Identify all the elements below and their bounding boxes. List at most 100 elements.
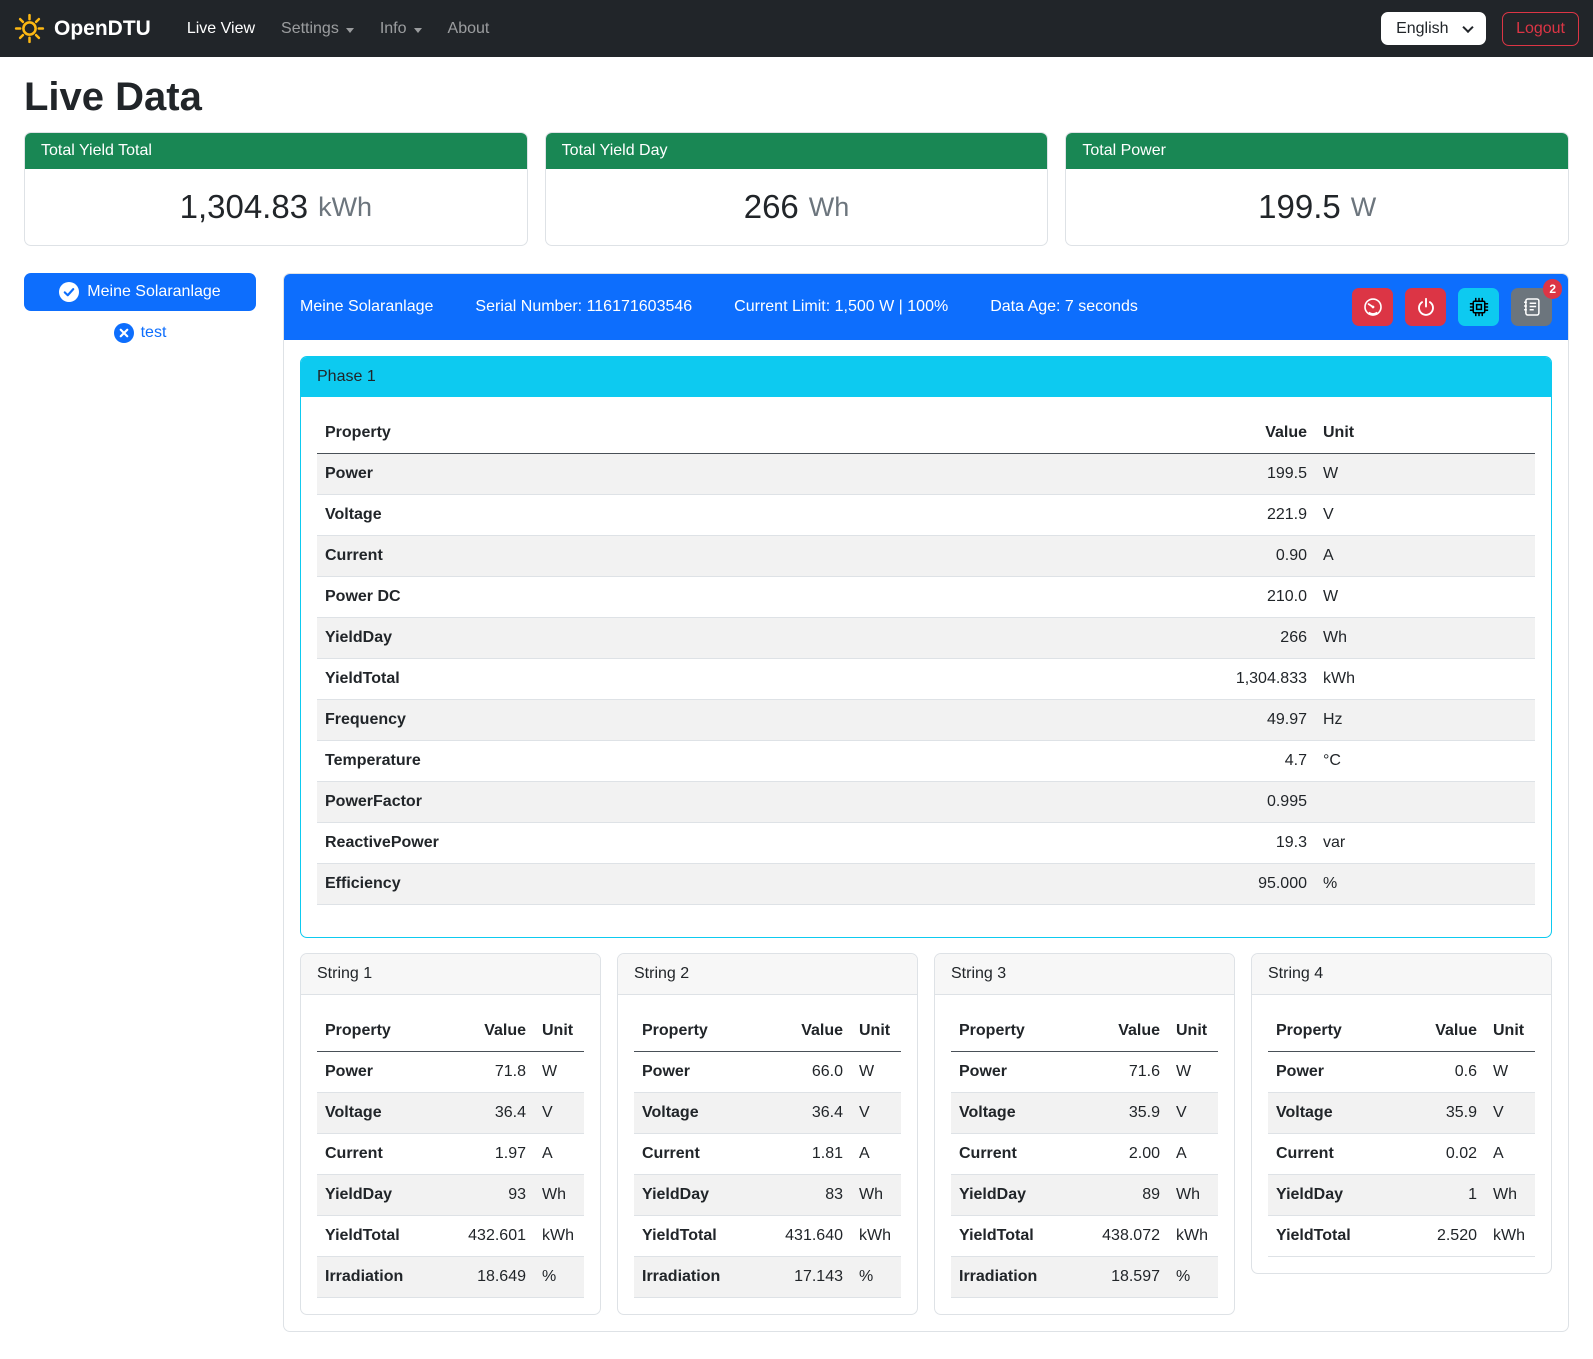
unit-cell: Wh (1168, 1175, 1218, 1216)
phase-panel-header: Phase 1 (301, 357, 1551, 397)
card-value: 266 (744, 188, 799, 226)
card-unit: kWh (318, 192, 372, 223)
value-cell: 66.0 (773, 1052, 851, 1093)
page-title: Live Data (24, 75, 1569, 119)
event-count-badge: 2 (1543, 279, 1562, 299)
property-cell: YieldDay (634, 1175, 773, 1216)
property-cell: Power (634, 1052, 773, 1093)
column-header-unit: Unit (1168, 1011, 1218, 1052)
nav-item-label: About (448, 20, 490, 38)
string-1-card: String 1 Property Value Unit (300, 953, 601, 1315)
table-row: YieldTotal2.520kWh (1268, 1216, 1535, 1257)
page-container: Live Data Total Yield Total 1,304.83 kWh… (0, 75, 1593, 1342)
x-circle-icon (114, 323, 134, 343)
table-row: PowerFactor0.995 (317, 782, 1535, 823)
unit-cell: var (1315, 823, 1535, 864)
unit-cell: kWh (851, 1216, 901, 1257)
value-cell: 35.9 (1407, 1093, 1485, 1134)
unit-cell: A (534, 1134, 584, 1175)
card-total-yield-total: Total Yield Total 1,304.83 kWh (24, 132, 528, 246)
journal-text-icon (1522, 297, 1542, 317)
property-cell: Irradiation (317, 1257, 456, 1298)
table-row: Voltage35.9V (1268, 1093, 1535, 1134)
table-row: YieldTotal1,304.833kWh (317, 659, 1535, 700)
property-cell: YieldTotal (634, 1216, 773, 1257)
unit-cell: % (851, 1257, 901, 1298)
card-unit: W (1351, 192, 1376, 223)
string-table: Property Value Unit Power0.6WVoltage35.9… (1268, 1011, 1535, 1257)
card-value: 199.5 (1258, 188, 1341, 226)
language-select[interactable]: English (1381, 12, 1486, 45)
table-row: Voltage35.9V (951, 1093, 1218, 1134)
string-card-body: Property Value Unit Power71.8WVoltage36.… (301, 995, 600, 1298)
value-cell: 1.81 (773, 1134, 851, 1175)
table-row: Power DC210.0W (317, 577, 1535, 618)
column-header-unit: Unit (851, 1011, 901, 1052)
brand[interactable]: OpenDTU (14, 13, 151, 44)
sidebar-item-meine-solaranlage[interactable]: Meine Solaranlage (24, 273, 256, 311)
inverter-card-body: Phase 1 Property Value Unit (284, 340, 1568, 1331)
table-row: YieldDay1Wh (1268, 1175, 1535, 1216)
nav-item-label: Info (380, 20, 407, 38)
value-cell: 4.7 (1165, 741, 1315, 782)
inverter-header-buttons: 2 (1352, 288, 1552, 326)
value-cell: 17.143 (773, 1257, 851, 1298)
unit-cell: kWh (1485, 1216, 1535, 1257)
string-card-body: Property Value Unit Power71.6WVoltage35.… (935, 995, 1234, 1298)
nav-item-live-view[interactable]: Live View (177, 12, 265, 46)
nav-item-settings[interactable]: Settings (271, 12, 364, 46)
limit-settings-button[interactable] (1352, 288, 1393, 326)
card-header: Total Yield Total (25, 133, 527, 169)
property-cell: Efficiency (317, 864, 1165, 905)
property-cell: Current (951, 1134, 1090, 1175)
column-header-value: Value (456, 1011, 534, 1052)
table-row: Irradiation17.143% (634, 1257, 901, 1298)
nav-item-about[interactable]: About (438, 12, 500, 46)
column-header-value: Value (1090, 1011, 1168, 1052)
string-table-body: Power66.0WVoltage36.4VCurrent1.81AYieldD… (634, 1052, 901, 1298)
inverter-card: Meine Solaranlage Serial Number: 1161716… (283, 273, 1569, 1332)
value-cell: 438.072 (1090, 1216, 1168, 1257)
table-row: Frequency49.97Hz (317, 700, 1535, 741)
inverter-sidebar: Meine Solaranlage test (24, 273, 283, 343)
value-cell: 221.9 (1165, 495, 1315, 536)
sidebar-item-test[interactable]: test (24, 323, 256, 343)
inverter-data-age: Data Age: 7 seconds (990, 295, 1138, 319)
card-value: 1,304.83 (180, 188, 308, 226)
column-header-property: Property (317, 1011, 456, 1052)
logout-button[interactable]: Logout (1502, 12, 1579, 46)
unit-cell: °C (1315, 741, 1535, 782)
cpu-icon (1469, 297, 1489, 317)
value-cell: 89 (1090, 1175, 1168, 1216)
card-header: Total Yield Day (546, 133, 1048, 169)
property-cell: PowerFactor (317, 782, 1165, 823)
sidebar-item-label: test (141, 324, 167, 342)
property-cell: Power (951, 1052, 1090, 1093)
value-cell: 49.97 (1165, 700, 1315, 741)
string-card-body: Property Value Unit Power0.6WVoltage35.9… (1252, 995, 1551, 1257)
power-settings-button[interactable] (1405, 288, 1446, 326)
table-row: Current0.02A (1268, 1134, 1535, 1175)
value-cell: 432.601 (456, 1216, 534, 1257)
table-row: Power71.8W (317, 1052, 584, 1093)
device-info-button[interactable] (1458, 288, 1499, 326)
property-cell: YieldTotal (317, 1216, 456, 1257)
summary-cards-row: Total Yield Total 1,304.83 kWh Total Yie… (24, 132, 1569, 246)
string-table-body: Power71.6WVoltage35.9VCurrent2.00AYieldD… (951, 1052, 1218, 1298)
inverter-card-header: Meine Solaranlage Serial Number: 1161716… (284, 274, 1568, 340)
value-cell: 210.0 (1165, 577, 1315, 618)
property-cell: Power (1268, 1052, 1407, 1093)
navbar: OpenDTU Live View Settings Info About En… (0, 0, 1593, 57)
caret-down-icon (346, 28, 354, 33)
property-cell: Irradiation (951, 1257, 1090, 1298)
table-row: Current2.00A (951, 1134, 1218, 1175)
content-row: Meine Solaranlage test Meine Solara (24, 273, 1569, 1332)
table-row: YieldTotal438.072kWh (951, 1216, 1218, 1257)
nav-item-info[interactable]: Info (370, 12, 432, 46)
value-cell: 19.3 (1165, 823, 1315, 864)
phase-table: Property Value Unit Power199.5WVoltage22… (317, 413, 1535, 905)
table-row: Power199.5W (317, 454, 1535, 495)
event-log-button[interactable]: 2 (1511, 288, 1552, 326)
string-card-body: Property Value Unit Power66.0WVoltage36.… (618, 995, 917, 1298)
value-cell: 18.597 (1090, 1257, 1168, 1298)
